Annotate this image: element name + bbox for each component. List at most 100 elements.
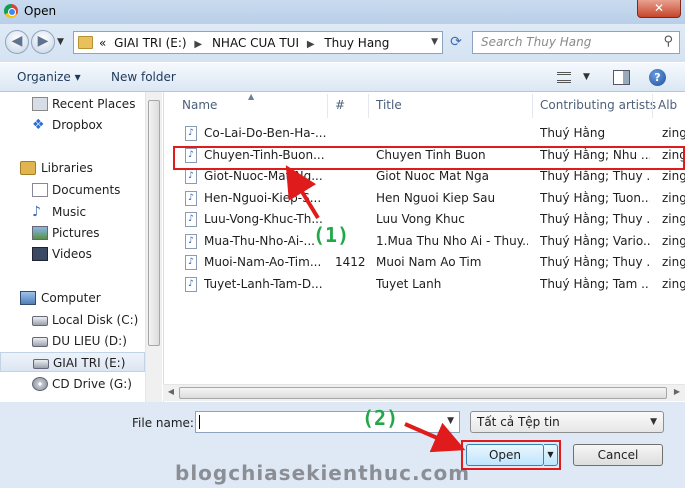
cell-name: Hen-Nguoi-Kiep-S... bbox=[204, 190, 322, 205]
sidebar-item-label: Dropbox bbox=[52, 118, 103, 132]
cell-title: Tuyet Lanh bbox=[376, 276, 442, 291]
chevron-right-icon[interactable]: ▶ bbox=[307, 39, 315, 50]
file-name-input[interactable]: ▼ bbox=[195, 411, 460, 433]
refresh-icon[interactable]: ⟳ bbox=[446, 34, 466, 52]
cell-artists: Thuý Hằng; Thuy ... bbox=[540, 255, 650, 269]
back-button[interactable]: ◀ bbox=[5, 30, 29, 54]
annotation-step-1: (1) bbox=[313, 223, 350, 247]
column-header-contributing-artists[interactable]: Contributing artists bbox=[540, 98, 656, 112]
cell-artists: Thuý Hằng; Tuon... bbox=[540, 190, 650, 205]
column-divider[interactable] bbox=[652, 94, 653, 118]
search-input[interactable]: Search Thuy Hang ⚲ bbox=[472, 31, 680, 54]
column-divider[interactable] bbox=[327, 94, 328, 118]
back-arrow-icon: ◀ bbox=[11, 33, 23, 49]
cell-album: zing bbox=[662, 255, 685, 269]
sidebar-item-giai-tri-e[interactable]: GIAI TRI (E:) bbox=[0, 352, 145, 372]
scrollbar-thumb[interactable] bbox=[179, 387, 667, 399]
navigation-scrollbar[interactable] bbox=[145, 92, 162, 402]
sidebar-item-label: GIAI TRI (E:) bbox=[53, 356, 126, 370]
column-header-name[interactable]: Name bbox=[182, 98, 217, 112]
sidebar-item-label: Recent Places bbox=[52, 97, 136, 111]
cd-drive-icon bbox=[32, 377, 48, 391]
open-button[interactable]: Open bbox=[466, 444, 544, 466]
audio-file-icon: ♪ bbox=[185, 255, 197, 270]
column-divider[interactable] bbox=[368, 94, 369, 118]
table-row[interactable]: ♪ Tuyet-Lanh-Tam-D... Tuyet Lanh Thuý Hằng;… bbox=[164, 273, 685, 295]
sidebar-item-pictures[interactable]: Pictures bbox=[0, 223, 145, 243]
search-icon[interactable]: ⚲ bbox=[663, 34, 673, 49]
search-placeholder: Search Thuy Hang bbox=[481, 35, 592, 49]
horizontal-scrollbar[interactable]: ◀ ▶ bbox=[163, 384, 685, 401]
sidebar-item-local-disk-c[interactable]: Local Disk (C:) bbox=[0, 310, 145, 330]
cell-album: zing bbox=[662, 126, 685, 140]
computer-icon bbox=[20, 291, 36, 305]
new-folder-button[interactable]: New folder bbox=[111, 70, 176, 84]
cell-title: Muoi Nam Ao Tim bbox=[376, 255, 482, 269]
recent-locations-dropdown-icon[interactable]: ▼ bbox=[57, 37, 64, 47]
sidebar-item-du-lieu-d[interactable]: DU LIEU (D:) bbox=[0, 331, 145, 351]
highlight-box-selected-file bbox=[173, 146, 685, 170]
breadcrumb-current[interactable]: Thuy Hang bbox=[324, 36, 389, 50]
sidebar-item-label: DU LIEU (D:) bbox=[52, 334, 127, 348]
column-header-title[interactable]: Title bbox=[376, 98, 402, 112]
cell-artists: Thuý Hằng bbox=[540, 126, 606, 140]
audio-file-icon: ♪ bbox=[185, 126, 197, 141]
cell-album: zing bbox=[662, 169, 685, 183]
sidebar-item-libraries[interactable]: Libraries bbox=[0, 158, 145, 178]
sidebar-item-documents[interactable]: Documents bbox=[0, 180, 145, 200]
audio-file-icon: ♪ bbox=[185, 169, 197, 184]
cell-artists: Thuý Hằng; Tam ... bbox=[540, 276, 650, 291]
documents-icon bbox=[32, 183, 48, 197]
file-list: ▲ Name # Title Contributing artists Alb … bbox=[163, 92, 685, 402]
column-divider[interactable] bbox=[532, 94, 533, 118]
audio-file-icon: ♪ bbox=[185, 233, 197, 249]
sidebar-item-dropbox[interactable]: ❖ Dropbox bbox=[0, 115, 145, 135]
sidebar-item-recent-places[interactable]: Recent Places bbox=[0, 94, 145, 114]
videos-icon bbox=[32, 247, 48, 261]
table-row[interactable]: ♪ Muoi-Nam-Ao-Tim... 1412 Muoi Nam Ao Tim Th… bbox=[164, 251, 685, 273]
drive-icon bbox=[32, 337, 48, 347]
breadcrumb-folder[interactable]: NHAC CUA TUI bbox=[212, 36, 299, 50]
table-row[interactable]: ♪ Co-Lai-Do-Ben-Ha-... Thuý Hằng zing bbox=[164, 122, 685, 144]
pictures-icon bbox=[32, 226, 48, 240]
breadcrumb-drive[interactable]: GIAI TRI (E:) bbox=[114, 36, 186, 50]
sidebar-item-computer[interactable]: Computer bbox=[0, 288, 145, 308]
address-dropdown-icon[interactable]: ▼ bbox=[431, 37, 438, 47]
table-row[interactable]: ♪ Luu-Vong-Khuc-Th... Luu Vong Khuc Thuý Hằ… bbox=[164, 208, 685, 230]
title-bar: Open ✕ bbox=[0, 0, 685, 24]
file-type-filter-select[interactable]: Tất cả Tệp tin ▼ bbox=[470, 411, 664, 433]
sidebar-item-label: Videos bbox=[52, 247, 92, 261]
column-header-album[interactable]: Alb bbox=[658, 98, 677, 112]
sidebar-item-cd-drive-g[interactable]: CD Drive (G:) bbox=[0, 374, 145, 394]
forward-button[interactable]: ▶ bbox=[31, 30, 55, 54]
breadcrumb-overflow[interactable]: « bbox=[99, 36, 106, 50]
scroll-left-icon[interactable]: ◀ bbox=[164, 387, 178, 399]
table-row[interactable]: ♪ Hen-Nguoi-Kiep-S... Hen Nguoi Kiep Sau Th… bbox=[164, 187, 685, 209]
filter-dropdown-icon[interactable]: ▼ bbox=[650, 417, 657, 427]
command-bar: Organize ▾ New folder ▼ ? bbox=[0, 62, 685, 92]
sidebar-item-music[interactable]: ♪ Music bbox=[0, 202, 145, 222]
sidebar-item-videos[interactable]: Videos bbox=[0, 244, 145, 264]
file-name-dropdown-icon[interactable]: ▼ bbox=[447, 416, 454, 426]
open-options-dropdown-icon[interactable]: ▼ bbox=[544, 444, 558, 466]
change-view-icon[interactable] bbox=[557, 72, 571, 83]
scrollbar-thumb[interactable] bbox=[148, 100, 160, 346]
drive-icon bbox=[33, 359, 49, 369]
cell-title: Luu Vong Khuc bbox=[376, 212, 465, 226]
annotation-step-2: (2) bbox=[362, 406, 399, 430]
preview-pane-icon[interactable] bbox=[613, 70, 630, 85]
chevron-right-icon[interactable]: ▶ bbox=[194, 39, 202, 50]
column-header-number[interactable]: # bbox=[335, 98, 345, 112]
help-icon[interactable]: ? bbox=[649, 69, 666, 86]
close-button[interactable]: ✕ bbox=[637, 0, 681, 18]
audio-file-icon: ♪ bbox=[185, 190, 197, 206]
more-options-dropdown-icon[interactable]: ▼ bbox=[583, 72, 590, 82]
address-bar[interactable]: « GIAI TRI (E:) ▶ NHAC CUA TUI ▶ Thuy Ha… bbox=[73, 31, 443, 54]
scroll-right-icon[interactable]: ▶ bbox=[670, 387, 684, 399]
cancel-button[interactable]: Cancel bbox=[573, 444, 663, 466]
table-row[interactable]: ♪ Mua-Thu-Nho-Ai-... 1.Mua Thu Nho Ai - Th… bbox=[164, 230, 685, 252]
breadcrumb: « GIAI TRI (E:) ▶ NHAC CUA TUI ▶ Thuy Ha… bbox=[99, 36, 393, 50]
sort-ascending-icon: ▲ bbox=[248, 92, 255, 101]
cell-artists: Thuý Hằng; Thuy ... bbox=[540, 212, 650, 226]
organize-button[interactable]: Organize ▾ bbox=[17, 70, 81, 84]
